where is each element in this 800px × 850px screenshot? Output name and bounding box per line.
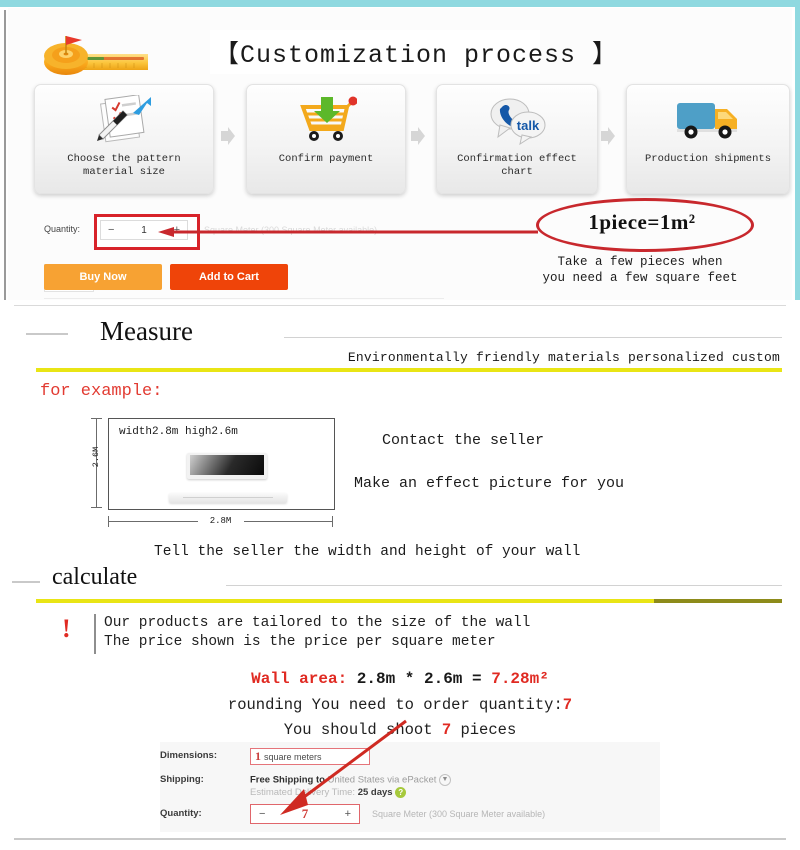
step-label: Production shipments: [644, 153, 772, 165]
customization-process-panel: 【Customization process 】 Choose the patt…: [8, 8, 792, 300]
measure-calculate-panel: Measure Environmentally friendly materia…: [12, 312, 786, 840]
bottom-rule: [14, 838, 786, 840]
process-steps: Choose the pattern material size Confirm…: [30, 84, 790, 194]
measure-heading-row: Measure: [14, 316, 786, 350]
calculate-heading: calculate: [52, 564, 138, 590]
wall-area-expression: 2.8m * 2.6m =: [347, 670, 492, 688]
step-label: Choose the pattern material size: [67, 153, 181, 178]
horizontal-dim-label: 2.8M: [197, 516, 244, 526]
rounding-line: rounding You need to order quantity:7: [14, 696, 786, 714]
vertical-dim-label: 2.6M: [91, 446, 101, 468]
horizontal-dim-cap-left: [108, 516, 109, 527]
warning-line1: Our products are tailored to the size of…: [104, 615, 531, 631]
rounding-text: rounding You need to order quantity:: [227, 696, 563, 714]
step-arrow-icon: [220, 126, 236, 146]
product-description-page: 【Customization process 】 Choose the patt…: [0, 0, 800, 850]
heading-right-line: [284, 337, 782, 338]
wall-rectangle: width2.8m high2.6m: [108, 418, 335, 510]
horizontal-dimension: 2.8M: [108, 516, 333, 528]
piece-equation: 1piece=1m²: [588, 209, 696, 234]
step-arrow-icon: [600, 126, 616, 146]
step-arrow-icon: [410, 126, 426, 146]
wall-area-line: Wall area: 2.8m * 2.6m = 7.28m²: [14, 670, 786, 688]
document-pen-icon: [35, 92, 213, 148]
quantity-label: Quantity:: [44, 224, 81, 234]
chat-talk-icon: talk: [437, 92, 597, 148]
tv-stand: [169, 493, 287, 503]
shoot-quantity: 7: [441, 721, 452, 739]
svg-text:talk: talk: [517, 118, 540, 133]
shopping-cart-download-icon: [247, 92, 405, 148]
effect-picture-text: Make an effect picture for you: [354, 475, 625, 492]
callout-note: Take a few pieces when you need a few sq…: [490, 254, 790, 286]
wall-area-result: 7.28m²: [491, 670, 549, 688]
calculate-heading-row: calculate: [12, 564, 786, 598]
dimensions-value: 1: [255, 749, 261, 763]
shoot-suffix: pieces: [451, 721, 517, 739]
vertical-dimension: 2.6M: [90, 418, 102, 508]
television-icon: [187, 453, 267, 479]
panel1-divider: [44, 298, 444, 299]
add-to-cart-button[interactable]: Add to Cart: [170, 264, 288, 290]
contact-seller-text: Contact the seller: [382, 432, 545, 449]
eco-tagline: Environmentally friendly materials perso…: [347, 350, 780, 365]
top-teal-border: [0, 0, 800, 7]
mock-decrement-button[interactable]: −: [259, 808, 265, 820]
left-gray-rule: [4, 10, 6, 300]
callout-note-line1: Take a few pieces when: [557, 255, 723, 269]
warning-block: ! Our products are tailored to the size …: [62, 614, 762, 658]
piece-equals-callout: 1piece=1m²: [536, 198, 766, 252]
step-confirm-payment[interactable]: Confirm payment: [246, 84, 406, 194]
mock-quantity-label: Quantity:: [160, 808, 202, 819]
panel-header: 【Customization process 】: [28, 22, 768, 78]
dimensions-label: Dimensions:: [160, 750, 218, 761]
wall-area-label: Wall area:: [251, 670, 348, 688]
wall-dimension-diagram: 2.6M width2.8m high2.6m 2.8M: [76, 416, 346, 536]
purchase-buttons: Buy Now Add to Cart ♡: [44, 264, 464, 292]
horizontal-dim-cap-right: [332, 516, 333, 527]
heading-left-dash: [12, 581, 40, 583]
decrement-button[interactable]: −: [108, 224, 114, 236]
exclamation-icon: !: [62, 614, 71, 643]
step-label: Confirm payment: [278, 153, 374, 165]
callout-note-line2: you need a few square feet: [542, 271, 738, 285]
page-title: 【Customization process 】: [214, 41, 619, 70]
rounding-quantity: 7: [562, 696, 573, 714]
heading-left-dash: [26, 333, 68, 335]
tell-seller-text: Tell the seller the width and height of …: [154, 544, 581, 560]
callout-arrow-icon: [158, 224, 538, 237]
quantity-value[interactable]: 1: [141, 225, 147, 236]
panel-divider: [14, 305, 786, 306]
step-production-shipments[interactable]: Production shipments: [626, 84, 790, 194]
heading-right-line: [226, 585, 782, 586]
warning-text: Our products are tailored to the size of…: [104, 614, 530, 652]
yellow-rule-2-dark-segment: [654, 599, 782, 603]
warning-vertical-bar: [94, 614, 96, 654]
wall-size-label: width2.8m high2.6m: [119, 426, 238, 438]
measure-heading: Measure: [100, 316, 193, 346]
buy-now-button[interactable]: Buy Now: [44, 264, 162, 290]
chevron-down-icon[interactable]: ▼: [439, 774, 452, 786]
vertical-dim-cap-bottom: [91, 507, 102, 508]
warning-line2: The price shown is the price per square …: [104, 634, 496, 650]
tape-measure-icon: [38, 30, 158, 78]
step-label: Confirmation effect chart: [457, 153, 577, 178]
delivery-truck-icon: [627, 92, 789, 148]
step-confirmation-chart[interactable]: talk Confirmation effect chart: [436, 84, 598, 194]
shoot-quantity-arrow-icon: [274, 717, 414, 817]
for-example-label: for example:: [40, 382, 163, 401]
right-teal-border: [795, 0, 800, 300]
yellow-rule-1: [36, 368, 782, 372]
step-choose-pattern[interactable]: Choose the pattern material size: [34, 84, 214, 194]
vertical-dim-cap-top: [91, 418, 102, 419]
tv-screen: [190, 455, 264, 475]
shipping-label: Shipping:: [160, 774, 204, 785]
